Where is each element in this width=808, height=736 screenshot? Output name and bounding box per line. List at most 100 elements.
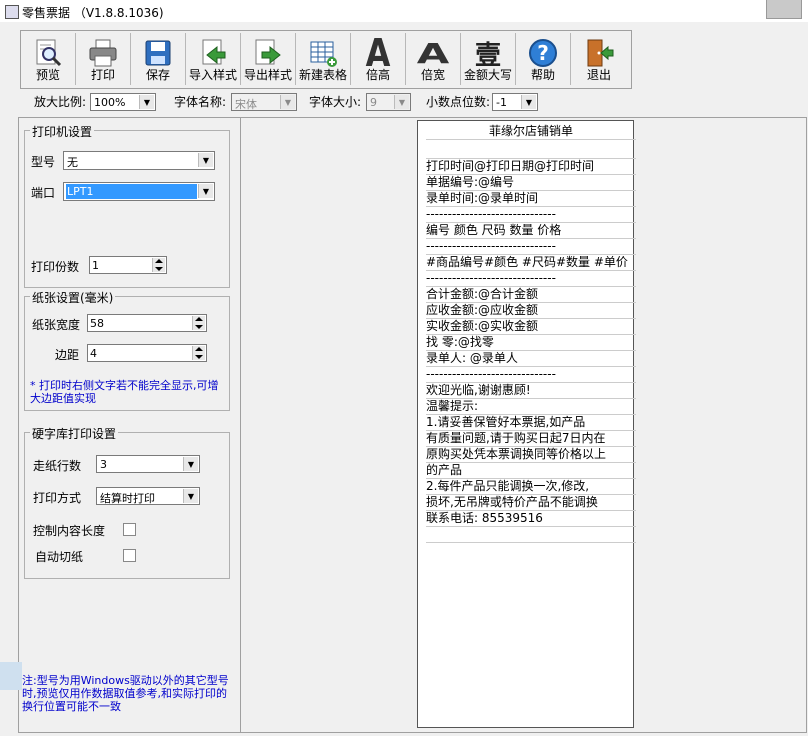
chevron-down-icon: ▼ xyxy=(394,95,409,109)
margin-value: 4 xyxy=(90,347,97,360)
receipt-paper: 菲缘尔店铺销单 打印时间@打印日期@打印时间 单据编号:@编号 录单时间:@录单时间… xyxy=(417,120,636,728)
font-size-label: 字体大小: xyxy=(309,95,362,109)
export-arrow-icon xyxy=(252,37,284,69)
close-window-button[interactable] xyxy=(766,0,802,19)
receipt-line: 欢迎光临,谢谢惠顾! xyxy=(426,382,636,399)
settings-panel: 打印机设置 型号 无 ▼ 端口 LPT1 ▼ 打印份数 1 纸张设置(毫米) 纸… xyxy=(18,117,241,733)
magnifier-icon xyxy=(32,37,64,69)
receipt-line xyxy=(426,142,636,159)
copies-label: 打印份数 xyxy=(31,260,80,274)
margin-hint-note: * 打印时右侧文字若不能完全显示,可增大边距值实现 xyxy=(30,379,219,405)
print-button[interactable]: 打印 xyxy=(76,33,131,85)
import-arrow-icon xyxy=(197,37,229,69)
printer-port-value: LPT1 xyxy=(66,184,197,199)
chevron-down-icon: ▼ xyxy=(521,95,536,109)
receipt-line: 合计金额:@合计金额 xyxy=(426,286,636,303)
zoom-select[interactable]: 100% ▼ xyxy=(90,93,156,111)
zoom-label: 放大比例: xyxy=(34,95,87,109)
paper-width-value: 58 xyxy=(90,317,104,330)
floppy-disk-icon xyxy=(142,37,174,69)
save-button[interactable]: 保存 xyxy=(131,33,186,85)
exit-door-icon xyxy=(583,37,615,69)
paper-settings-title: 纸张设置(毫米) xyxy=(30,289,116,306)
chevron-down-icon: ▼ xyxy=(198,184,213,198)
preview-area: 菲缘尔店铺销单 打印时间@打印日期@打印时间 单据编号:@编号 录单时间:@录单时间… xyxy=(240,117,807,733)
decimal-places-label: 小数点位数: xyxy=(426,95,491,109)
limit-length-label: 控制内容长度 xyxy=(33,524,106,538)
print-mode-value: 结算时打印 xyxy=(100,492,155,505)
bottom-note: 注:型号为用Windows驱动以外的其它型号时,预览仅用作数据取值参考,和实际打… xyxy=(22,674,229,713)
import-style-button[interactable]: 导入样式 xyxy=(186,33,241,85)
margin-spinner[interactable]: 4 xyxy=(87,344,207,362)
copies-value: 1 xyxy=(92,259,99,272)
auto-cut-checkbox[interactable] xyxy=(123,549,136,562)
spinner-arrows-icon[interactable] xyxy=(152,258,165,272)
new-table-button[interactable]: 新建表格 xyxy=(296,33,351,85)
receipt-line: 录单人: @录单人 xyxy=(426,350,636,367)
printer-model-select[interactable]: 无 ▼ xyxy=(63,151,215,170)
help-question-icon: ? xyxy=(527,37,559,69)
preview-button[interactable]: 预览 xyxy=(21,33,76,85)
spinner-arrows-icon[interactable] xyxy=(192,316,205,330)
double-height-button[interactable]: A 倍高 xyxy=(351,30,406,85)
help-question-glyph: ? xyxy=(537,41,549,65)
export-style-button[interactable]: 导出样式 xyxy=(241,33,296,85)
double-width-button[interactable]: A 倍宽 xyxy=(406,33,461,85)
chinese-numeral-icon: 壹 xyxy=(474,40,501,71)
receipt-line: 找 零:@找零 xyxy=(426,334,636,351)
port-label: 端口 xyxy=(31,186,56,200)
chevron-down-icon: ▼ xyxy=(183,457,198,471)
receipt-line: 编号 颜色 尺码 数量 价格 xyxy=(426,222,636,239)
print-mode-select[interactable]: 结算时打印 ▼ xyxy=(96,487,200,505)
receipt-line: 录单时间:@录单时间 xyxy=(426,190,636,207)
decimal-places-value: -1 xyxy=(496,96,507,109)
help-button[interactable]: ? 帮助 xyxy=(516,33,571,85)
options-bar: 放大比例: 100% ▼ 字体名称: 宋体 ▼ 字体大小: 9 ▼ 小数点位数:… xyxy=(20,90,620,112)
printer-settings-group: 打印机设置 型号 无 ▼ 端口 LPT1 ▼ 打印份数 1 xyxy=(24,123,230,288)
chevron-down-icon: ▼ xyxy=(139,95,154,109)
zoom-value: 100% xyxy=(94,96,126,109)
receipt-line: ------------------------------ xyxy=(426,366,636,383)
receipt-line: 原购买处凭本票调换同等价格以上 xyxy=(426,446,636,463)
receipt-line: 2.每件产品只能调换一次,修改, xyxy=(426,478,636,495)
letter-a-wide-icon: A xyxy=(416,36,450,70)
receipt-line: 联系电话: 85539516 xyxy=(426,510,636,527)
exit-button[interactable]: 退出 xyxy=(571,33,627,85)
receipt-line: 的产品 xyxy=(426,462,636,479)
selection-highlight xyxy=(0,662,22,690)
receipt-line: #商品编号#颜色 #尺码#数量 #单价 xyxy=(426,254,636,271)
letter-a-tall-icon: A xyxy=(365,30,391,76)
chevron-down-icon: ▼ xyxy=(183,489,198,503)
paper-settings-group: 纸张设置(毫米) 纸张宽度 58 边距 4 * 打印时右侧文字若不能完全显示,可… xyxy=(24,289,230,411)
chevron-down-icon: ▼ xyxy=(198,153,213,167)
decimal-places-select[interactable]: -1 ▼ xyxy=(492,93,538,111)
receipt-line: 单据编号:@编号 xyxy=(426,174,636,191)
font-print-settings-group: 硬字库打印设置 走纸行数 3 ▼ 打印方式 结算时打印 ▼ 控制内容长度 自动切… xyxy=(24,425,230,579)
receipt-title: 菲缘尔店铺销单 xyxy=(426,123,636,140)
font-name-select[interactable]: 宋体 ▼ xyxy=(231,93,297,111)
receipt-line: 有质量问题,请于购买日起7日内在 xyxy=(426,430,636,447)
font-print-settings-title: 硬字库打印设置 xyxy=(30,425,119,442)
receipt-line: 损坏,无吊牌或特价产品不能调换 xyxy=(426,494,636,511)
printer-port-select[interactable]: LPT1 ▼ xyxy=(63,182,215,201)
copies-spinner[interactable]: 1 xyxy=(89,256,167,274)
printer-icon xyxy=(87,37,119,69)
paper-width-label: 纸张宽度 xyxy=(32,318,81,332)
receipt-line xyxy=(426,526,636,543)
window-title: 零售票据 （V1.8.8.1036) xyxy=(22,6,164,20)
paper-width-spinner[interactable]: 58 xyxy=(87,314,207,332)
receipt-line: ------------------------------ xyxy=(426,238,636,255)
receipt-line: 应收金额:@应收金额 xyxy=(426,302,636,319)
app-icon xyxy=(5,5,19,19)
table-grid-icon xyxy=(307,37,339,69)
receipt-line: 温馨提示: xyxy=(426,398,636,415)
spinner-arrows-icon[interactable] xyxy=(192,346,205,360)
feed-lines-select[interactable]: 3 ▼ xyxy=(96,455,200,473)
limit-length-checkbox[interactable] xyxy=(123,523,136,536)
receipt-line: 1.请妥善保管好本票据,如产品 xyxy=(426,414,636,431)
feed-lines-label: 走纸行数 xyxy=(33,459,82,473)
amount-capital-button[interactable]: 壹 金额大写 xyxy=(461,33,516,85)
font-size-select[interactable]: 9 ▼ xyxy=(366,93,411,111)
chevron-down-icon: ▼ xyxy=(280,95,295,109)
print-mode-label: 打印方式 xyxy=(33,491,82,505)
